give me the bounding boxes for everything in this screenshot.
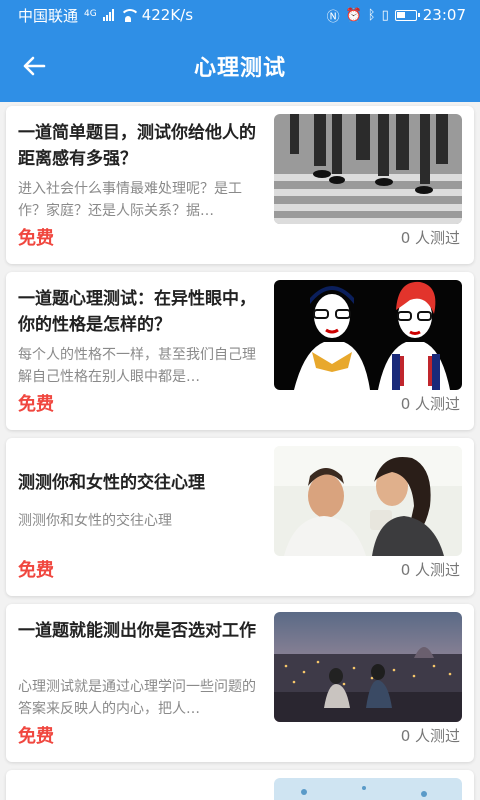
price-badge: 免费 — [18, 726, 54, 747]
price-badge: 免费 — [18, 560, 54, 581]
arrow-left-icon — [23, 56, 46, 76]
taken-count: 0 人测过 — [400, 561, 460, 579]
test-description: 每个人的性格不一样，甚至我们自己理解自己性格在别人眼中都是… — [18, 347, 256, 385]
price-badge: 免费 — [18, 394, 54, 415]
price-badge: 免费 — [18, 228, 54, 249]
alarm-icon: ⏰ — [345, 7, 362, 23]
test-card[interactable] — [6, 770, 474, 800]
test-title: 一道题就能测出你是否选对工作 — [18, 621, 256, 641]
network-type-label: 4G — [84, 8, 97, 19]
test-list: 一道简单题目，测试你给他人的距离感有多强？ 进入社会什么事情最难处理呢？是工作？… — [0, 102, 480, 800]
test-thumbnail — [274, 114, 462, 224]
back-button[interactable] — [14, 48, 54, 84]
signal-icon — [102, 9, 114, 21]
test-card[interactable]: 测测你和女性的交往心理 测测你和女性的交往心理 免费 0 人测过 — [6, 438, 474, 596]
battery-icon — [394, 9, 420, 21]
taken-count: 0 人测过 — [400, 727, 460, 745]
test-thumbnail — [274, 280, 462, 390]
nfc-icon: Ⓝ — [326, 9, 340, 25]
vibrate-icon: ▯ — [381, 7, 389, 23]
test-card[interactable]: 一道简单题目，测试你给他人的距离感有多强？ 进入社会什么事情最难处理呢？是工作？… — [6, 106, 474, 264]
bluetooth-icon: ᛒ — [367, 7, 376, 23]
carrier-label: 中国联通 — [18, 6, 79, 25]
status-bar: 中国联通 4G 422K/s Ⓝ ⏰ ᛒ ▯ 23:07 — [0, 0, 480, 30]
network-speed-label: 422K/s — [141, 6, 194, 24]
taken-count: 0 人测过 — [400, 395, 460, 413]
test-title: 测测你和女性的交往心理 — [18, 473, 205, 493]
test-card[interactable]: 一道题就能测出你是否选对工作 心理测试就是通过心理学问一些问题的答案来反映人的内… — [6, 604, 474, 762]
taken-count: 0 人测过 — [400, 229, 460, 247]
test-description: 心理测试就是通过心理学问一些问题的答案来反映人的内心，把人… — [18, 679, 256, 717]
test-card[interactable]: 一道题心理测试：在异性眼中，你的性格是怎样的？ 每个人的性格不一样，甚至我们自己… — [6, 272, 474, 430]
app-bar: 心理测试 — [0, 30, 480, 102]
test-title: 一道简单题目，测试你给他人的距离感有多强？ — [18, 123, 256, 169]
test-thumbnail — [274, 778, 462, 800]
clock-label: 23:07 — [422, 6, 466, 24]
wifi-icon — [119, 9, 140, 22]
test-description: 测测你和女性的交往心理 — [18, 513, 172, 529]
page-title: 心理测试 — [193, 56, 286, 81]
test-thumbnail — [274, 612, 462, 722]
test-thumbnail — [274, 446, 462, 556]
test-description: 进入社会什么事情最难处理呢？是工作？家庭？还是人际关系？据… — [18, 181, 242, 219]
test-title: 一道题心理测试：在异性眼中，你的性格是怎样的？ — [18, 289, 256, 335]
